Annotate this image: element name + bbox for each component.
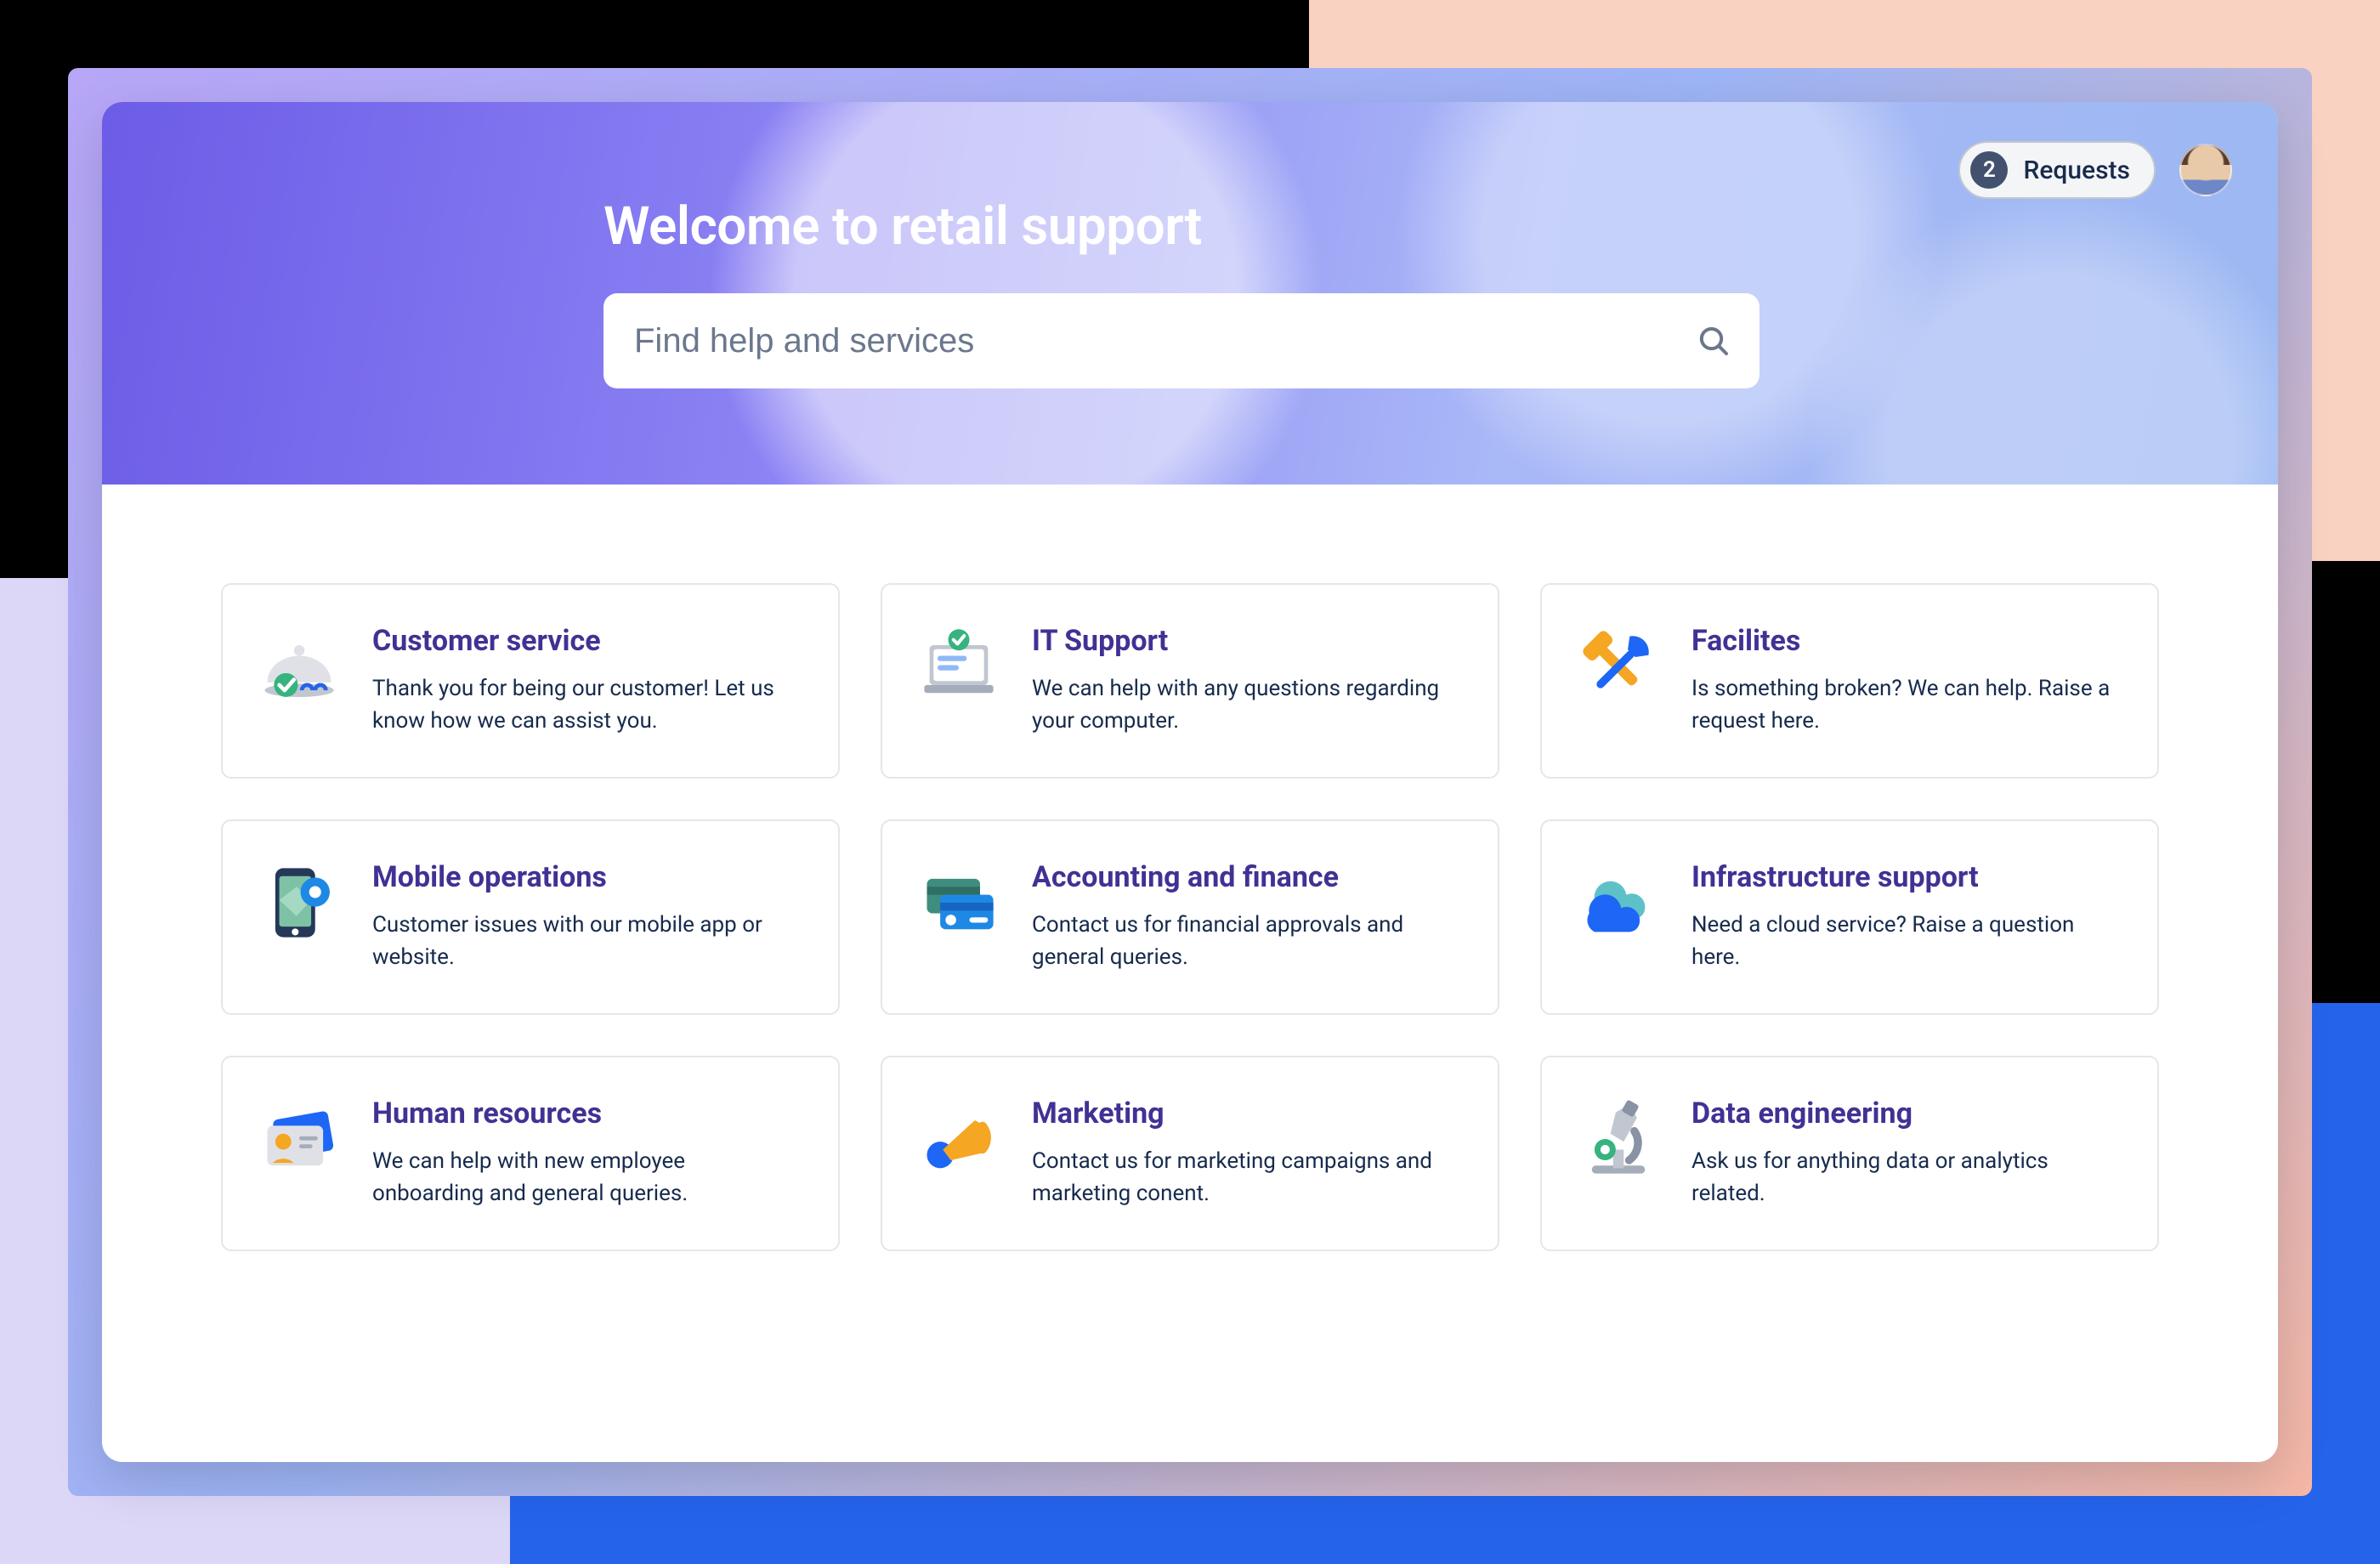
card-desc: Ask us for anything data or analytics re… [1692, 1146, 2118, 1210]
requests-label: Requests [2023, 156, 2130, 185]
card-desc: We can help with new employee onboarding… [372, 1146, 799, 1210]
card-mobile-operations[interactable]: Mobile operations Customer issues with o… [221, 819, 840, 1015]
search-icon[interactable] [1697, 324, 1731, 358]
card-title: Accounting and finance [1032, 860, 1459, 894]
category-grid: Customer service Thank you for being our… [221, 583, 2159, 1251]
requests-button[interactable]: 2 Requests [1958, 141, 2156, 199]
content-body: Customer service Thank you for being our… [102, 484, 2278, 1462]
card-title: Mobile operations [372, 860, 799, 894]
card-title: IT Support [1032, 624, 1459, 658]
card-human-resources[interactable]: Human resources We can help with new emp… [221, 1056, 840, 1251]
laptop-check-icon [916, 624, 1001, 709]
id-card-icon [257, 1096, 342, 1182]
card-data-engineering[interactable]: Data engineering Ask us for anything dat… [1540, 1056, 2159, 1251]
card-desc: Contact us for financial approvals and g… [1032, 910, 1459, 973]
card-accounting-finance[interactable]: Accounting and finance Contact us for fi… [881, 819, 1499, 1015]
search-input[interactable] [604, 293, 1760, 388]
card-infrastructure-support[interactable]: Infrastructure support Need a cloud serv… [1540, 819, 2159, 1015]
card-marketing[interactable]: Marketing Contact us for marketing campa… [881, 1056, 1499, 1251]
tools-icon [1576, 624, 1661, 709]
requests-count-badge: 2 [1970, 151, 2008, 189]
app-window: 2 Requests Welcome to retail support [102, 102, 2278, 1462]
card-customer-service[interactable]: Customer service Thank you for being our… [221, 583, 840, 779]
cloche-check-icon [257, 624, 342, 709]
card-facilities[interactable]: Facilites Is something broken? We can he… [1540, 583, 2159, 779]
card-title: Data engineering [1692, 1096, 2118, 1130]
card-desc: Is something broken? We can help. Raise … [1692, 673, 2118, 737]
card-it-support[interactable]: IT Support We can help with any question… [881, 583, 1499, 779]
card-desc: Contact us for marketing campaigns and m… [1032, 1146, 1459, 1210]
card-title: Marketing [1032, 1096, 1459, 1130]
cloud-icon [1576, 860, 1661, 945]
page-title: Welcome to retail support [604, 196, 1760, 258]
card-desc: Thank you for being our customer! Let us… [372, 673, 799, 737]
card-title: Human resources [372, 1096, 799, 1130]
microscope-icon [1576, 1096, 1661, 1182]
card-title: Customer service [372, 624, 799, 658]
card-desc: Need a cloud service? Raise a question h… [1692, 910, 2118, 973]
credit-cards-icon [916, 860, 1001, 945]
megaphone-icon [916, 1096, 1001, 1182]
hero: 2 Requests Welcome to retail support [102, 102, 2278, 484]
avatar[interactable] [2179, 144, 2232, 196]
card-title: Facilites [1692, 624, 2118, 658]
card-title: Infrastructure support [1692, 860, 2118, 894]
card-desc: We can help with any questions regarding… [1032, 673, 1459, 737]
card-desc: Customer issues with our mobile app or w… [372, 910, 799, 973]
mobile-map-icon [257, 860, 342, 945]
